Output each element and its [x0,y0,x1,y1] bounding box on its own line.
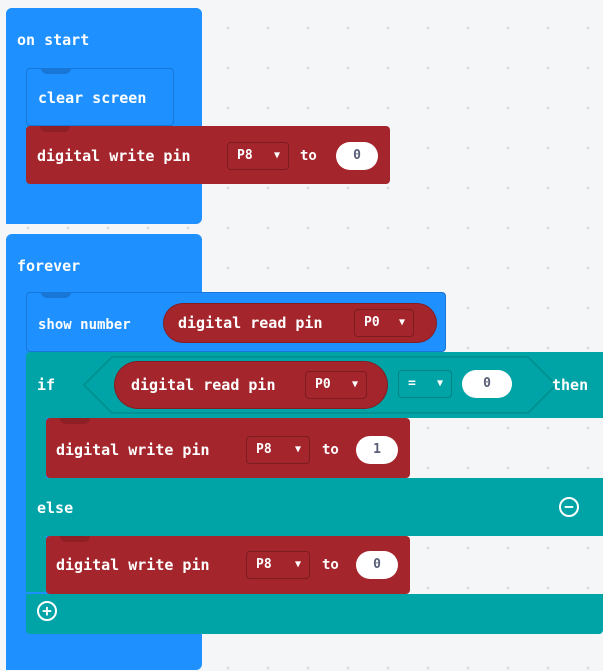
pin-dropdown[interactable]: P0 ▼ [305,371,367,399]
value-input[interactable]: 0 [336,142,378,170]
to-label: to [322,442,339,458]
pin-dropdown-value: P8 [237,148,253,163]
else-band: else − [26,478,603,536]
chevron-down-icon: ▼ [398,317,405,328]
digital-read-label: digital read pin [131,376,276,394]
else-label: else [37,499,74,517]
digital-read-reporter[interactable]: digital read pin P0 ▼ [114,361,388,409]
value-input[interactable]: 1 [356,436,398,464]
chevron-down-icon: ▼ [436,378,443,389]
clear-screen-label: clear screen [38,89,147,107]
if-spine [26,418,46,478]
on-start-hat[interactable]: on start [6,8,202,66]
digital-read-reporter[interactable]: digital read pin P0 ▼ [163,303,437,343]
pin-dropdown-value: P0 [364,315,380,330]
digital-write-block[interactable]: digital write pin P8 ▼ to 0 [26,126,390,184]
show-number-label: show number [38,317,131,333]
if-footer: + [26,594,603,634]
digital-write-label: digital write pin [56,556,210,574]
operator-dropdown[interactable]: = ▼ [398,370,452,398]
pin-dropdown[interactable]: P8 ▼ [246,436,310,464]
to-label: to [322,557,339,573]
remove-else-minus-icon[interactable]: − [559,497,579,517]
else-digital-write-block[interactable]: digital write pin P8 ▼ to 0 [46,536,410,594]
clear-screen-block[interactable]: clear screen [26,68,174,126]
operator-value: = [408,376,416,391]
pin-dropdown[interactable]: P0 ▼ [354,309,414,337]
forever-label: forever [17,257,81,275]
then-digital-write-block[interactable]: digital write pin P8 ▼ to 1 [46,418,410,478]
chevron-down-icon: ▼ [351,379,358,390]
pin-dropdown[interactable]: P8 ▼ [227,142,289,170]
chevron-down-icon: ▼ [273,150,280,161]
if-else-block[interactable]: if digital read pin P0 ▼ = ▼ 0 then [26,352,603,418]
chevron-down-icon: ▼ [294,444,301,455]
digital-read-label: digital read pin [178,314,323,332]
then-label: then [552,376,589,394]
add-else-plus-icon[interactable]: + [37,601,57,621]
if-label: if [37,376,56,394]
digital-write-label: digital write pin [56,441,210,459]
show-number-block[interactable]: show number digital read pin P0 ▼ [26,292,446,352]
value-input[interactable]: 0 [356,551,398,579]
digital-write-label: digital write pin [37,147,191,165]
compare-value-input[interactable]: 0 [462,370,512,398]
pin-dropdown-value: P8 [256,442,272,457]
pin-dropdown-value: P8 [256,557,272,572]
pin-dropdown[interactable]: P8 ▼ [246,551,310,579]
to-label: to [300,148,317,164]
on-start-label: on start [17,31,90,49]
chevron-down-icon: ▼ [294,559,301,570]
pin-dropdown-value: P0 [315,377,331,392]
else-spine [26,536,46,592]
